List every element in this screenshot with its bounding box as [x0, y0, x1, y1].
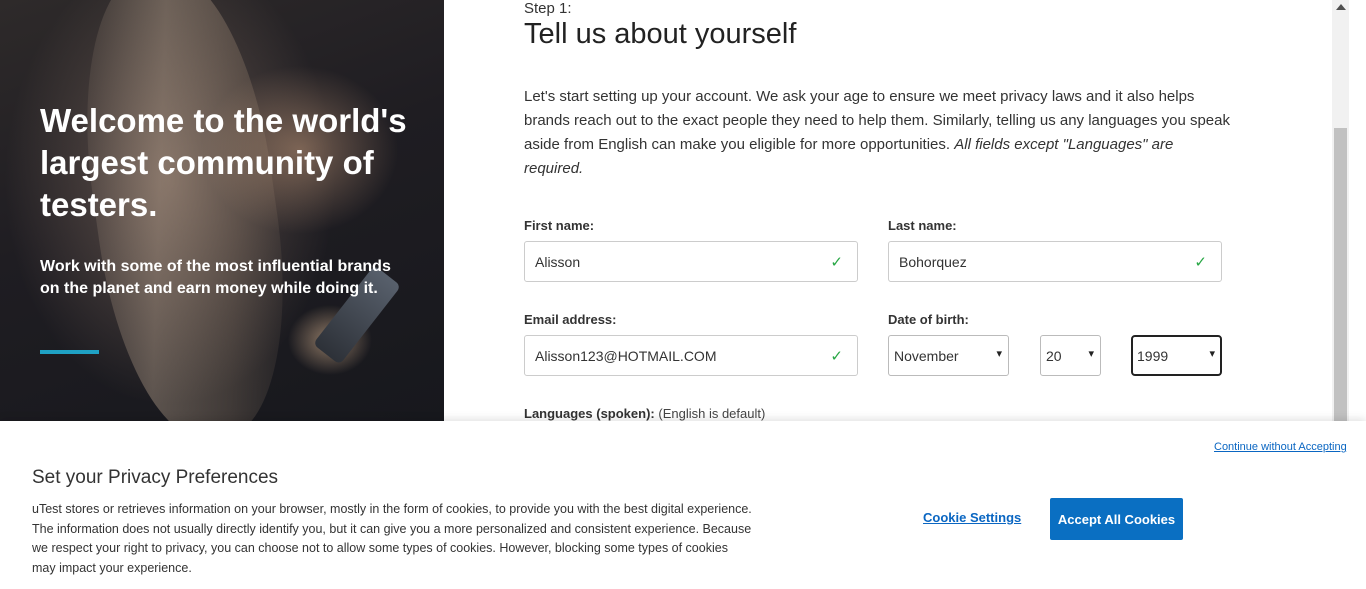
first-name-field[interactable]: Alisson ✓ — [524, 241, 858, 282]
dob-day-value: 20 — [1046, 348, 1062, 364]
first-name-value: Alisson — [535, 254, 581, 270]
hero-panel: Welcome to the world's largest community… — [0, 0, 444, 421]
dob-month-select[interactable]: November ▾ — [888, 335, 1009, 376]
email-label: Email address: — [524, 312, 617, 327]
cookie-banner: Continue without Accepting Set your Priv… — [0, 421, 1366, 589]
scroll-thumb[interactable] — [1334, 128, 1347, 421]
scroll-up-arrow-icon[interactable] — [1336, 4, 1346, 10]
check-icon: ✓ — [1194, 254, 1207, 271]
cookie-banner-title: Set your Privacy Preferences — [32, 467, 279, 488]
chevron-down-icon: ▾ — [1209, 348, 1215, 360]
hero-subtitle: Work with some of the most influential b… — [40, 258, 391, 297]
email-value: Alisson123@HOTMAIL.COM — [535, 348, 717, 364]
last-name-field[interactable]: Bohorquez ✓ — [888, 241, 1222, 282]
dob-year-select[interactable]: 1999 ▾ — [1131, 335, 1222, 376]
last-name-label: Last name: — [888, 218, 957, 233]
languages-label: Languages (spoken): (English is default) — [524, 406, 765, 421]
dob-year-value: 1999 — [1137, 348, 1169, 364]
dob-month-value: November — [894, 348, 959, 364]
accept-all-cookies-button[interactable]: Accept All Cookies — [1050, 498, 1183, 540]
intro-text: Let's start setting up your account. We … — [524, 85, 1234, 181]
last-name-value: Bohorquez — [899, 254, 967, 270]
continue-without-accepting-link[interactable]: Continue without Accepting — [1214, 441, 1347, 453]
page-scrollbar[interactable] — [1332, 0, 1349, 421]
check-icon: ✓ — [830, 348, 843, 365]
email-field[interactable]: Alisson123@HOTMAIL.COM ✓ — [524, 335, 858, 376]
dob-label: Date of birth: — [888, 312, 969, 327]
languages-hint: (English is default) — [658, 406, 766, 421]
hero-title: Welcome to the world's largest community… — [40, 102, 407, 223]
chevron-down-icon: ▾ — [1088, 348, 1094, 360]
cookie-settings-link[interactable]: Cookie Settings — [923, 510, 1021, 525]
dob-day-select[interactable]: 20 ▾ — [1040, 335, 1101, 376]
cookie-banner-text: uTest stores or retrieves information on… — [32, 502, 752, 575]
check-icon: ✓ — [830, 254, 843, 271]
languages-label-text: Languages (spoken): — [524, 406, 655, 421]
first-name-label: First name: — [524, 218, 595, 233]
page-title: Tell us about yourself — [524, 18, 797, 50]
hero-accent-bar — [40, 350, 99, 354]
step-label: Step 1: — [524, 0, 572, 17]
chevron-down-icon: ▾ — [996, 348, 1002, 360]
